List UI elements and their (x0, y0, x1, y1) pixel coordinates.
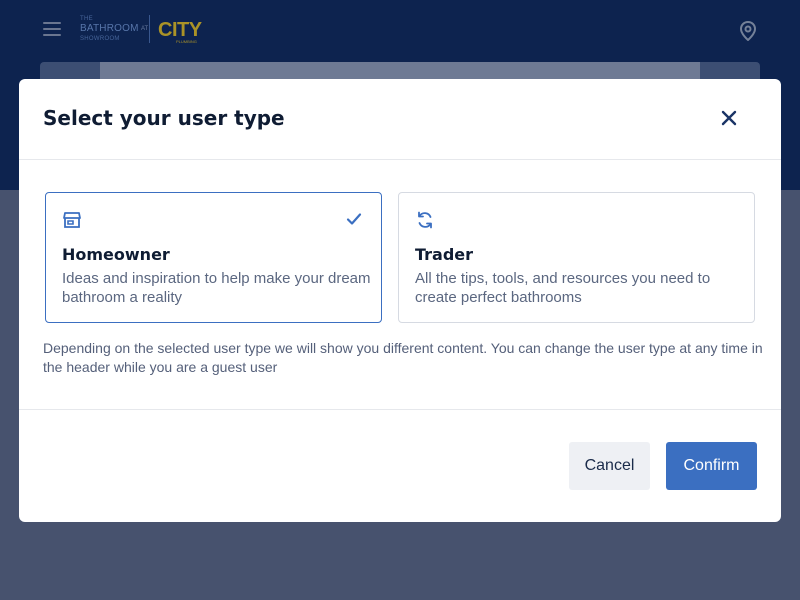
confirm-button[interactable]: Confirm (666, 442, 757, 490)
dialog-title: Select your user type (43, 106, 285, 130)
option-description: All the tips, tools, and resources you n… (415, 270, 711, 306)
user-type-options: Homeowner Ideas and inspiration to help … (45, 192, 755, 323)
close-icon (721, 110, 737, 126)
dialog-header: Select your user type (19, 79, 781, 160)
option-description: Ideas and inspiration to help make your … (62, 270, 371, 306)
option-trader[interactable]: Trader All the tips, tools, and resource… (398, 192, 755, 323)
close-button[interactable] (715, 104, 743, 132)
refresh-icon (415, 210, 435, 230)
selected-check-icon (345, 210, 363, 228)
storefront-icon (62, 210, 82, 230)
cancel-button[interactable]: Cancel (569, 442, 650, 490)
info-text: Depending on the selected user type we w… (43, 340, 763, 375)
option-title: Homeowner (62, 245, 170, 264)
footer-divider (19, 409, 781, 410)
user-type-dialog: Select your user type Homeowner Ideas an… (19, 79, 781, 522)
option-homeowner[interactable]: Homeowner Ideas and inspiration to help … (45, 192, 382, 323)
option-title: Trader (415, 245, 474, 264)
